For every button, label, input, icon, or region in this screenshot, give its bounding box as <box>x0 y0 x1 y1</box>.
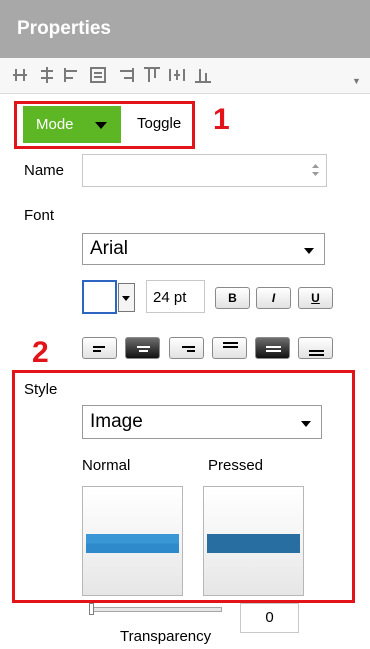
chevron-down-icon <box>304 248 314 254</box>
text-align-left-icon <box>93 346 105 352</box>
transparency-label: Transparency <box>120 628 212 645</box>
font-color-dropdown[interactable] <box>118 283 135 312</box>
panel-title: Properties <box>17 18 111 39</box>
valign-middle-button[interactable] <box>255 337 290 359</box>
font-size-input[interactable]: 24 pt <box>146 280 205 313</box>
valign-middle-icon <box>266 346 281 352</box>
align-center-horizontal-icon[interactable] <box>38 66 58 84</box>
bold-button[interactable]: B <box>215 287 250 309</box>
text-align-center-button[interactable] <box>125 337 160 359</box>
normal-state-preview[interactable] <box>82 486 183 596</box>
callout-number-2: 2 <box>32 336 49 369</box>
name-label: Name <box>24 162 65 179</box>
font-family-value: Arial <box>90 238 129 259</box>
spinner-icon[interactable] <box>311 160 320 180</box>
distribute-vertical-icon[interactable] <box>168 66 188 84</box>
transparency-slider-thumb[interactable] <box>89 603 94 615</box>
font-family-select[interactable]: Arial <box>82 233 325 265</box>
align-top-icon[interactable] <box>143 66 163 84</box>
font-label: Font <box>24 207 55 224</box>
chevron-down-icon <box>95 122 107 129</box>
align-right-icon[interactable] <box>117 66 137 84</box>
style-label: Style <box>24 381 58 398</box>
valign-top-icon <box>223 342 238 348</box>
transparency-value-input[interactable]: 0 <box>240 603 299 633</box>
font-size-value: 24 pt <box>153 289 187 306</box>
pressed-state-bar <box>207 534 300 553</box>
text-align-center-icon <box>137 346 150 352</box>
align-left-icon[interactable] <box>63 66 83 84</box>
name-input[interactable] <box>82 154 327 187</box>
normal-state-bar <box>86 534 179 553</box>
mode-label: Mode <box>36 116 74 133</box>
toolbar-overflow-icon[interactable]: ▼ <box>352 76 361 86</box>
valign-bottom-icon <box>309 350 324 356</box>
chevron-down-icon <box>122 296 130 301</box>
normal-label: Normal <box>82 457 131 474</box>
italic-button[interactable]: I <box>256 287 291 309</box>
style-select[interactable]: Image <box>82 405 322 439</box>
transparency-slider-track[interactable] <box>92 607 222 612</box>
style-value: Image <box>90 411 143 432</box>
mode-dropdown-button[interactable]: Mode <box>23 106 121 143</box>
pressed-label: Pressed <box>208 457 264 474</box>
alignment-toolbar: ▼ <box>0 58 370 94</box>
font-color-swatch[interactable] <box>82 280 117 314</box>
align-middle-icon[interactable] <box>89 66 109 84</box>
pressed-state-preview[interactable] <box>203 486 304 596</box>
toggle-button[interactable]: Toggle <box>137 115 181 132</box>
chevron-down-icon <box>301 421 311 427</box>
text-align-right-icon <box>182 346 195 352</box>
valign-bottom-button[interactable] <box>298 337 333 359</box>
text-align-right-button[interactable] <box>169 337 204 359</box>
align-bottom-icon[interactable] <box>194 66 214 84</box>
valign-top-button[interactable] <box>212 337 247 359</box>
distribute-horizontal-icon[interactable] <box>12 66 32 84</box>
underline-button[interactable]: U <box>298 287 333 309</box>
callout-number-1: 1 <box>213 103 230 136</box>
text-align-left-button[interactable] <box>82 337 117 359</box>
